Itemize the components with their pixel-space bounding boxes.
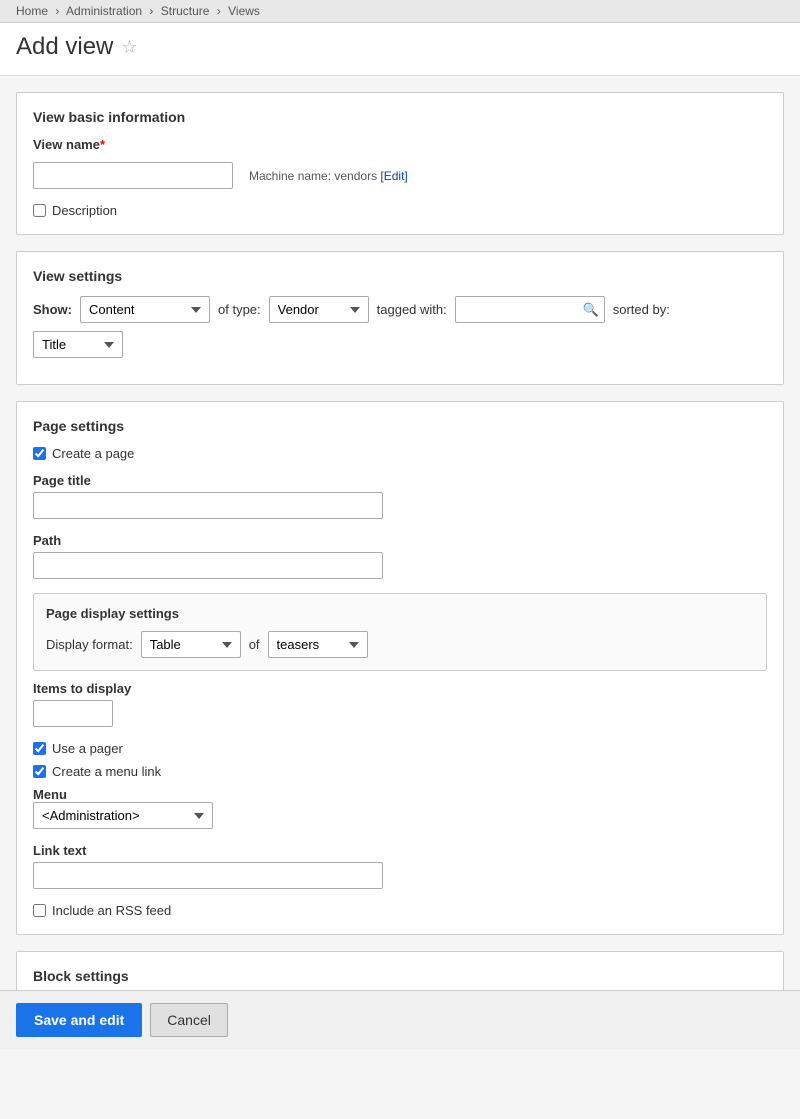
page-title-input[interactable]: Vendors — [33, 492, 383, 519]
show-label: Show: — [33, 302, 72, 317]
include-rss-row: Include an RSS feed — [33, 903, 767, 918]
include-rss-checkbox[interactable] — [33, 904, 46, 917]
menu-field: Menu <Administration><Main navigation><F… — [33, 787, 767, 829]
display-format-label: Display format: — [46, 637, 133, 652]
create-page-label[interactable]: Create a page — [52, 446, 134, 461]
create-menu-link-label[interactable]: Create a menu link — [52, 764, 161, 779]
of-type-label: of type: — [218, 302, 261, 317]
menu-label: Menu — [33, 787, 767, 802]
of-type-select[interactable]: VendorArticlePage — [269, 296, 369, 323]
tagged-with-wrap: 🔍 — [455, 296, 605, 323]
view-basic-section: View basic information View name* Vendor… — [16, 92, 784, 235]
favorite-icon[interactable]: ☆ — [121, 37, 137, 58]
use-pager-checkbox[interactable] — [33, 742, 46, 755]
menu-select[interactable]: <Administration><Main navigation><Footer… — [33, 802, 213, 829]
create-page-checkbox[interactable] — [33, 447, 46, 460]
items-to-display-input[interactable]: 10 — [33, 700, 113, 727]
link-text-label: Link text — [33, 843, 767, 858]
search-icon: 🔍 — [583, 302, 599, 318]
sorted-by-select[interactable]: TitleDateAuthor — [33, 331, 123, 358]
link-text-input[interactable] — [33, 862, 383, 889]
description-label[interactable]: Description — [52, 203, 117, 218]
view-basic-title: View basic information — [33, 109, 767, 125]
view-settings-row: Show: ContentUsersTaxonomy terms of type… — [33, 296, 767, 358]
view-name-field: View name* Vendors Machine name: vendors… — [33, 137, 767, 189]
save-and-edit-button[interactable]: Save and edit — [16, 1003, 142, 1037]
description-checkbox[interactable] — [33, 204, 46, 217]
breadcrumb-structure[interactable]: Structure — [161, 4, 210, 18]
display-format-row: Display format: TableGridListUnformatted… — [46, 631, 754, 658]
path-input[interactable]: vendors — [33, 552, 383, 579]
breadcrumb-home[interactable]: Home — [16, 4, 48, 18]
page-display-card: Page display settings Display format: Ta… — [33, 593, 767, 671]
of-label: of — [249, 637, 260, 652]
view-name-label: View name* — [33, 137, 105, 152]
items-to-display-label: Items to display — [33, 681, 767, 696]
show-select[interactable]: ContentUsersTaxonomy terms — [80, 296, 210, 323]
page-display-title: Page display settings — [46, 606, 754, 621]
view-settings-section: View settings Show: ContentUsersTaxonomy… — [16, 251, 784, 385]
page-header: Add view ☆ — [0, 23, 800, 76]
path-field: Path vendors — [33, 533, 767, 579]
teasers-select[interactable]: teasersfieldsfull content — [268, 631, 368, 658]
cancel-button[interactable]: Cancel — [150, 1003, 228, 1037]
page-title-field: Page title Vendors — [33, 473, 767, 519]
create-menu-link-row: Create a menu link — [33, 764, 767, 779]
block-settings-title: Block settings — [33, 968, 767, 984]
create-menu-link-checkbox[interactable] — [33, 765, 46, 778]
page-title: Add view — [16, 33, 113, 61]
breadcrumb-admin[interactable]: Administration — [66, 4, 142, 18]
page-settings-title: Page settings — [33, 418, 767, 434]
description-checkbox-row: Description — [33, 203, 767, 218]
include-rss-label[interactable]: Include an RSS feed — [52, 903, 171, 918]
view-settings-title: View settings — [33, 268, 767, 284]
button-bar: Save and edit Cancel — [0, 990, 800, 1049]
path-label: Path — [33, 533, 767, 548]
page-settings-section: Page settings Create a page Page title V… — [16, 401, 784, 935]
items-to-display-field: Items to display 10 — [33, 681, 767, 727]
tagged-with-label: tagged with: — [377, 302, 447, 317]
breadcrumb-views[interactable]: Views — [228, 4, 260, 18]
machine-name-edit-link[interactable]: [Edit] — [380, 169, 407, 183]
breadcrumb: Home › Administration › Structure › View… — [0, 0, 800, 23]
machine-name-text: Machine name: vendors [Edit] — [249, 169, 408, 183]
view-name-input[interactable]: Vendors — [33, 162, 233, 189]
link-text-field: Link text — [33, 843, 767, 889]
sorted-by-label: sorted by: — [613, 302, 670, 317]
create-page-row: Create a page — [33, 446, 767, 461]
use-pager-row: Use a pager — [33, 741, 767, 756]
use-pager-label[interactable]: Use a pager — [52, 741, 123, 756]
page-title-label: Page title — [33, 473, 767, 488]
display-format-select[interactable]: TableGridListUnformatted — [141, 631, 241, 658]
